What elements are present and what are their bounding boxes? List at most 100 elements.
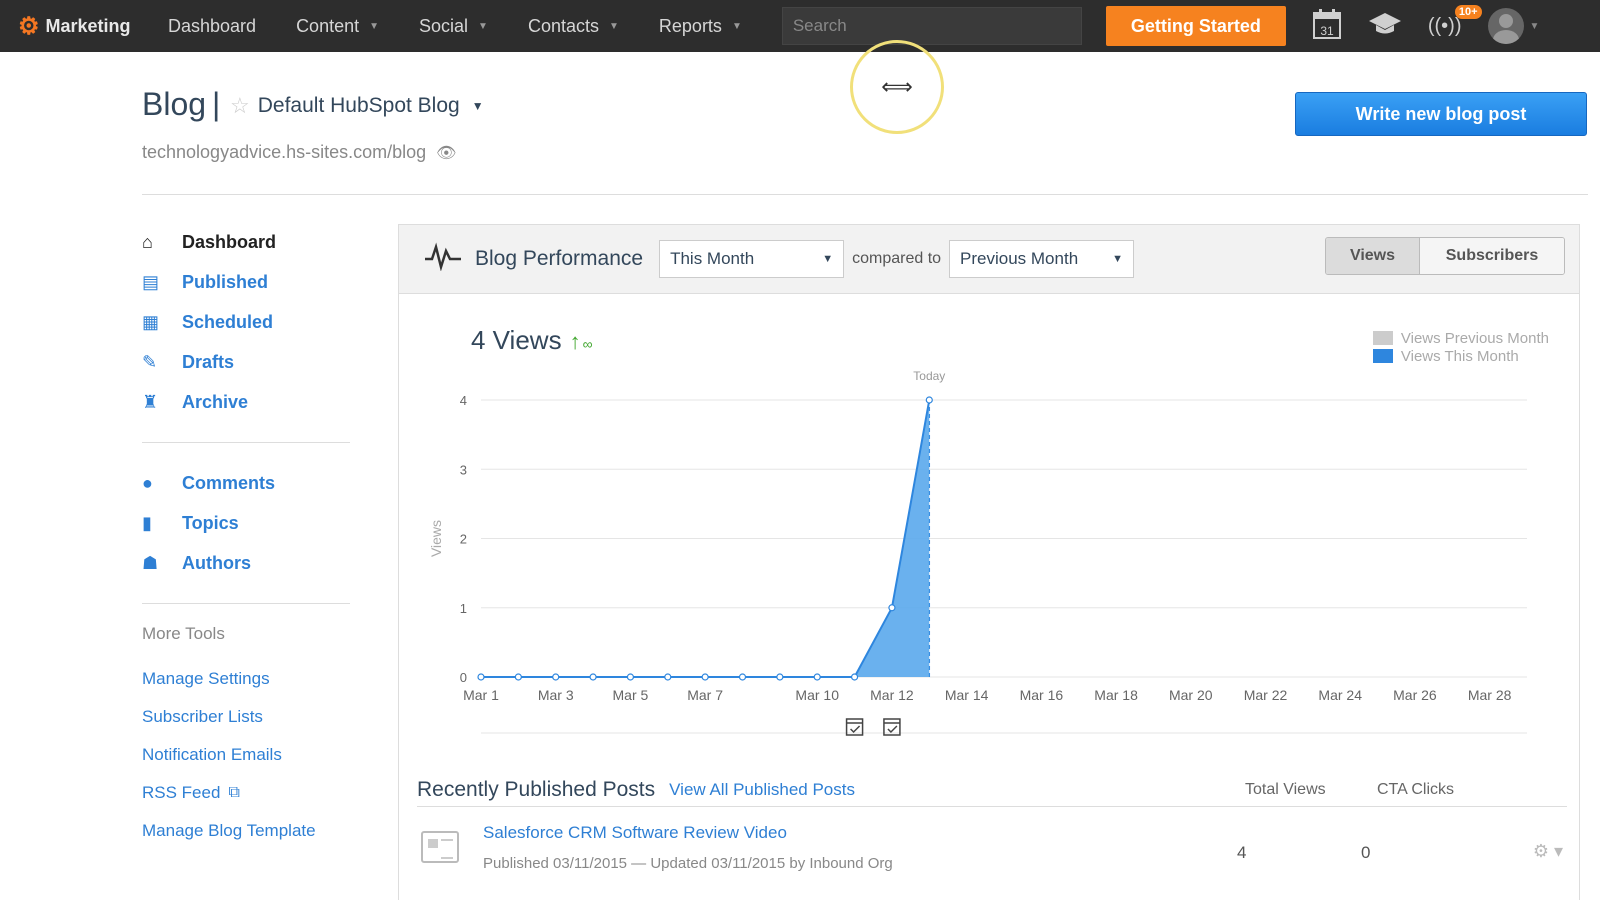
sidebar-item-label: Topics — [182, 512, 239, 533]
sidebar-item-authors[interactable]: ☗ Authors — [142, 543, 352, 583]
post-title-link[interactable]: Salesforce CRM Software Review Video — [483, 823, 787, 843]
data-point[interactable] — [514, 673, 522, 681]
post-meta: Published 03/11/2015 — Updated 03/11/201… — [483, 855, 893, 872]
external-link-icon: ⧉ — [228, 784, 240, 801]
chevron-down-icon: ▼ — [471, 99, 484, 113]
data-point[interactable] — [888, 604, 896, 612]
y-tick-label: 4 — [460, 393, 467, 408]
data-point[interactable] — [477, 673, 485, 681]
broadcast-icon: ((•)) — [1427, 14, 1462, 37]
nav-social-label: Social — [419, 15, 469, 36]
cta-clicks-column-header: CTA Clicks — [1377, 780, 1455, 798]
sidebar-item-label: Archive — [182, 391, 249, 412]
nav-social[interactable]: Social ▼ — [419, 16, 488, 37]
post-cta-clicks: 0 — [1361, 843, 1371, 862]
nav-dashboard[interactable]: Dashboard — [168, 16, 256, 37]
getting-started-button[interactable]: Getting Started — [1105, 6, 1286, 46]
document-icon — [421, 831, 459, 863]
page-title-text: Blog — [142, 86, 207, 122]
panel-header: Blog Performance This Month ▼ compared to… — [399, 225, 1579, 294]
nav-contacts[interactable]: Contacts ▼ — [528, 16, 619, 37]
cursor-highlight: ⟺ — [850, 40, 944, 134]
sidebar-item-label: Comments — [182, 472, 276, 493]
manage-settings-link[interactable]: Manage Settings — [142, 660, 352, 698]
data-point[interactable] — [552, 673, 560, 681]
notifications-icon[interactable]: ((•)) 10+ — [1427, 4, 1482, 38]
data-point[interactable] — [738, 673, 747, 681]
published-icon: ▤ — [142, 271, 160, 292]
manage-blog-template-link[interactable]: Manage Blog Template — [142, 812, 352, 850]
header-divider — [142, 194, 1588, 195]
comment-icon: ● — [142, 472, 153, 493]
total-views-column-header: Total Views — [1245, 780, 1326, 798]
resize-cursor-icon: ⟺ — [881, 74, 913, 99]
sidebar-item-topics[interactable]: ▮ Topics — [142, 503, 352, 543]
views-toggle-button[interactable]: Views — [1326, 238, 1420, 274]
sidebar-item-label: Dashboard — [182, 231, 277, 252]
sidebar: ⌂ Dashboard ▤ Published ▦ Scheduled ✎ Drafts ♜ Ar… — [142, 222, 352, 850]
star-icon[interactable]: ☆ — [230, 93, 250, 119]
sidebar-item-label: Authors — [182, 552, 251, 573]
data-point[interactable] — [701, 673, 709, 681]
rss-feed-label: RSS Feed — [142, 783, 221, 802]
data-point[interactable] — [925, 396, 933, 404]
today-label: Today — [913, 369, 945, 383]
notification-emails-link[interactable]: Notification Emails — [142, 736, 352, 774]
chevron-down-icon[interactable]: ▼ — [1530, 21, 1540, 32]
eye-icon[interactable]: 👁 — [436, 143, 456, 163]
view-all-published-link[interactable]: View All Published Posts — [669, 780, 855, 800]
nav-contacts-label: Contacts — [527, 15, 599, 36]
sidebar-divider — [142, 442, 350, 443]
data-point[interactable] — [776, 673, 784, 681]
brand[interactable]: ⚙ Marketing — [18, 12, 168, 41]
data-point[interactable] — [589, 673, 597, 681]
sidebar-item-drafts[interactable]: ✎ Drafts — [142, 342, 352, 382]
user-icon: ☗ — [142, 552, 159, 573]
nav-content[interactable]: Content ▼ — [296, 16, 379, 37]
data-point[interactable] — [626, 673, 635, 681]
chevron-down-icon: ▼ — [609, 20, 619, 32]
archive-icon: ♜ — [142, 391, 159, 412]
sidebar-item-comments[interactable]: ● Comments — [142, 463, 352, 503]
calendar-icon: ▦ — [142, 311, 160, 332]
data-point[interactable] — [850, 673, 859, 681]
blog-selector[interactable]: ☆ Default HubSpot Blog ▼ — [230, 93, 484, 119]
x-tick-label: Mar 24 — [1318, 687, 1362, 703]
x-tick-label: Mar 12 — [870, 687, 914, 703]
data-point[interactable] — [813, 673, 821, 681]
x-tick-label: Mar 14 — [945, 687, 989, 703]
list-item: Salesforce CRM Software Review Video Pub… — [417, 807, 1567, 887]
chevron-down-icon: ▼ — [822, 253, 834, 265]
chevron-down-icon: ▼ — [731, 20, 742, 32]
top-nav-bar: ⚙ Marketing Dashboard Content ▼ Social ▼ C… — [0, 0, 1600, 52]
y-tick-label: 0 — [460, 670, 467, 685]
data-point[interactable] — [664, 673, 672, 681]
sidebar-item-archive[interactable]: ♜ Archive — [142, 382, 352, 422]
nav-content-label: Content — [296, 15, 360, 36]
sidebar-item-scheduled[interactable]: ▦ Scheduled — [142, 302, 352, 342]
calendar-icon[interactable]: 31 — [1312, 8, 1342, 45]
academy-icon[interactable] — [1368, 11, 1402, 42]
sidebar-item-label: Scheduled — [182, 311, 274, 332]
title-separator: | — [212, 86, 221, 122]
subscribers-toggle-button[interactable]: Subscribers — [1420, 238, 1564, 274]
sidebar-item-dashboard[interactable]: ⌂ Dashboard — [142, 222, 352, 262]
x-tick-label: Mar 20 — [1169, 687, 1213, 703]
compare-period-select[interactable]: Previous Month ▼ — [949, 240, 1135, 278]
avatar[interactable] — [1487, 8, 1524, 44]
home-icon: ⌂ — [142, 231, 153, 252]
search-input[interactable]: Search — [781, 7, 1082, 45]
sidebar-item-label: Drafts — [182, 351, 235, 372]
metric-toggle: Views Subscribers — [1325, 237, 1565, 275]
period-select[interactable]: This Month ▼ — [659, 240, 845, 278]
sidebar-item-published[interactable]: ▤ Published — [142, 262, 352, 302]
subscriber-lists-link[interactable]: Subscriber Lists — [142, 698, 352, 736]
gear-icon[interactable]: ⚙ ▾ — [1533, 841, 1563, 862]
recent-posts-section: Recently Published Posts View All Publis… — [417, 773, 1567, 887]
hubspot-logo-icon: ⚙ — [18, 12, 40, 40]
y-tick-label: 1 — [460, 601, 467, 616]
nav-reports[interactable]: Reports ▼ — [659, 16, 742, 37]
rss-feed-link[interactable]: RSS Feed ⧉ — [142, 774, 352, 812]
nav-reports-label: Reports — [658, 15, 722, 36]
write-new-blog-post-button[interactable]: Write new blog post — [1295, 92, 1587, 136]
